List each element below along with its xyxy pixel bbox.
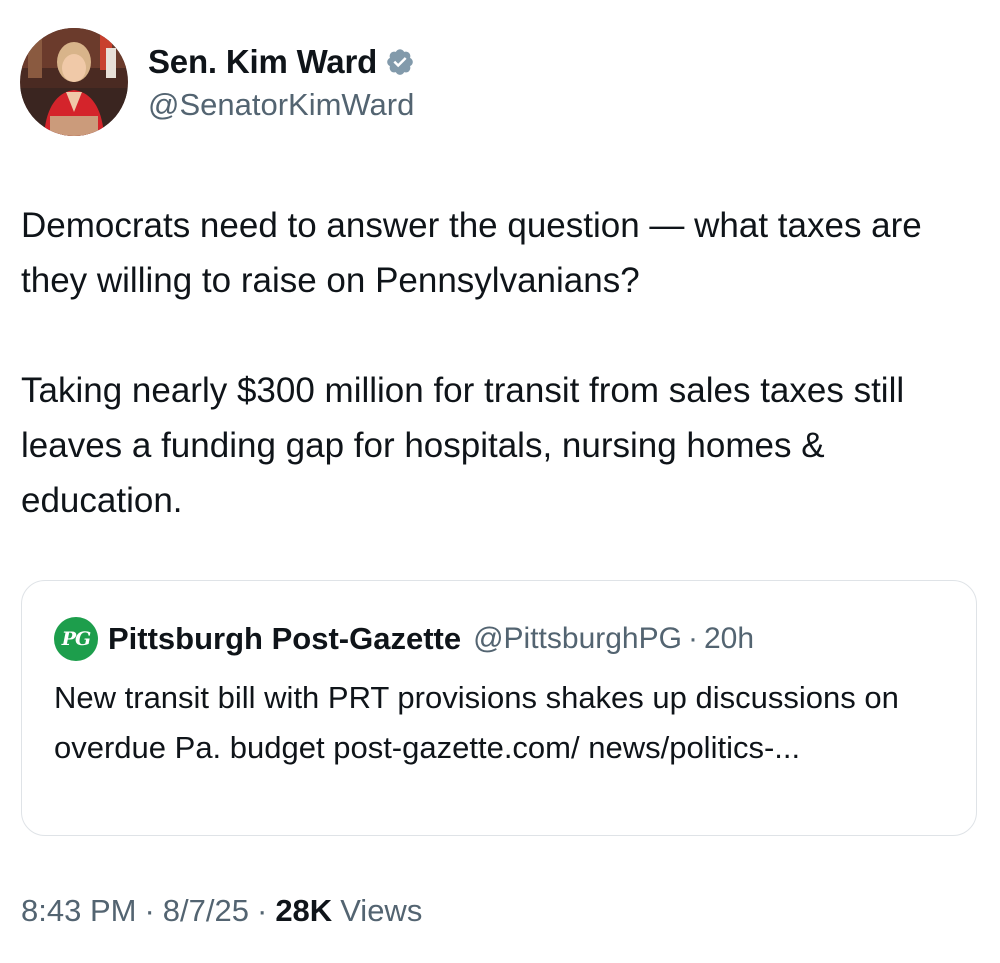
- quoted-tweet-text: New transit bill with PRT provisions sha…: [54, 680, 899, 765]
- quoted-tweet-header: PG Pittsburgh Post-Gazette @PittsburghPG…: [54, 617, 754, 661]
- tweet-meta: 8:43 PM · 8/7/25 · 28K Views: [21, 893, 422, 929]
- dot-separator: ·: [687, 622, 698, 655]
- profile-photo: [20, 28, 128, 136]
- tweet-paragraph: Taking nearly $300 million for transit f…: [21, 371, 905, 520]
- verified-badge-icon: [385, 47, 415, 77]
- dot-separator: ·: [256, 893, 268, 928]
- author-identity: Sen. Kim Ward @SenatorKimWard: [148, 41, 415, 123]
- author-display-name[interactable]: Sen. Kim Ward: [148, 43, 377, 81]
- quoted-author-handle[interactable]: @PittsburghPG: [473, 622, 682, 656]
- quoted-tweet-card[interactable]: PG Pittsburgh Post-Gazette @PittsburghPG…: [21, 580, 977, 836]
- tweet-paragraph: Democrats need to answer the question — …: [21, 206, 922, 300]
- avatar[interactable]: [20, 28, 128, 136]
- tweet-time[interactable]: 8:43 PM: [21, 893, 136, 929]
- tweet-text: Democrats need to answer the question — …: [21, 198, 981, 528]
- views-count[interactable]: 28K: [275, 893, 332, 929]
- views-label: Views: [340, 893, 423, 928]
- quoted-author-name[interactable]: Pittsburgh Post-Gazette: [108, 621, 461, 657]
- author-handle[interactable]: @SenatorKimWard: [148, 87, 415, 123]
- quoted-tweet-time[interactable]: 20h: [704, 622, 754, 656]
- dot-separator: ·: [144, 893, 155, 928]
- name-row: Sen. Kim Ward: [148, 41, 415, 83]
- pittsburgh-post-gazette-logo-icon: PG: [54, 617, 98, 661]
- tweet-header: Sen. Kim Ward @SenatorKimWard: [20, 28, 415, 136]
- tweet-date[interactable]: 8/7/25: [163, 893, 249, 929]
